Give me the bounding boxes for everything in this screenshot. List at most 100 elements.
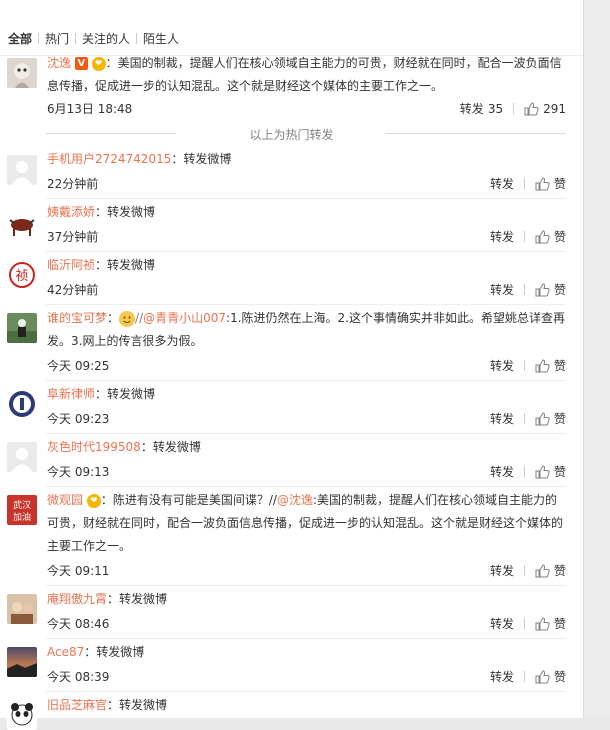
repost-button[interactable]: 转发 <box>490 562 514 579</box>
like-button[interactable]: 赞 <box>535 615 566 632</box>
timestamp[interactable]: 37分钟前 <box>47 228 98 245</box>
repost-text: ：转发微博 <box>107 592 168 606</box>
repost-button[interactable]: 转发 <box>490 668 514 685</box>
like-label: 赞 <box>553 230 566 244</box>
avatar[interactable] <box>7 208 37 238</box>
like-button[interactable]: 赞 <box>535 357 566 374</box>
verified-icon: V <box>74 57 88 70</box>
tab-following[interactable]: 关注的人 <box>76 30 136 47</box>
timestamp[interactable]: 42分钟前 <box>47 281 98 298</box>
avatar[interactable] <box>7 442 37 472</box>
repost-button[interactable]: 转发 <box>490 410 514 427</box>
member-icon: ❤ <box>86 493 101 508</box>
thumb-up-icon <box>535 229 550 243</box>
repost-content: 谁的宝可梦：//@青青小山007:1.陈进仍然在上海。2.这个事情确实并非如此。… <box>47 310 565 348</box>
repost-content: 姨戴添娇：转发微博 <box>47 201 567 224</box>
action-separator <box>523 413 525 424</box>
user-name[interactable]: 沈逸 <box>47 56 71 70</box>
timestamp[interactable]: 今天 08:39 <box>47 668 109 685</box>
mention-link[interactable]: @沈逸 <box>277 493 313 507</box>
timestamp[interactable]: 今天 09:11 <box>47 562 109 579</box>
user-name[interactable]: 旧品芝麻官 <box>47 698 107 712</box>
like-button[interactable]: 赞 <box>535 463 566 480</box>
like-label: 赞 <box>553 412 566 426</box>
scrollbar-track[interactable] <box>583 0 610 718</box>
like-button[interactable]: 赞 <box>535 281 566 298</box>
row-actions: 转发 赞 <box>490 175 566 192</box>
action-separator <box>513 103 515 114</box>
avatar[interactable] <box>7 594 37 624</box>
avatar[interactable] <box>7 58 37 88</box>
repost-text: ：美国的制裁，提醒人们在核心领域自主能力的可贵，财经就在同时，配合一波负面信息传… <box>47 56 562 93</box>
repost-content: 灰色时代199508：转发微博 <box>47 436 567 459</box>
row-divider <box>46 433 566 434</box>
user-name[interactable]: 灰色时代199508 <box>47 440 141 454</box>
avatar[interactable] <box>7 647 37 677</box>
thumb-up-icon <box>535 282 550 296</box>
timestamp[interactable]: 今天 09:23 <box>47 410 109 427</box>
like-button[interactable]: 赞 <box>535 410 566 427</box>
tab-strangers[interactable]: 陌生人 <box>137 30 185 47</box>
tab-all[interactable]: 全部 <box>0 30 38 47</box>
repost-button[interactable]: 转发 <box>490 281 514 298</box>
timestamp[interactable]: 6月13日 18:48 <box>47 100 132 117</box>
repost-text-prefix: ：陈进有没有可能是美国间谍？// <box>100 493 277 507</box>
like-label: 赞 <box>553 283 566 297</box>
repost-button[interactable]: 转发 35 <box>460 100 503 117</box>
row-actions: 转发 赞 <box>490 357 566 374</box>
row-actions: 转发 35 291 <box>460 100 566 117</box>
like-button[interactable]: 赞 <box>535 668 566 685</box>
like-button[interactable]: 291 <box>524 102 566 116</box>
thumb-up-icon <box>535 563 550 577</box>
repost-content: Ace87：转发微博 <box>47 641 567 664</box>
repost-count: 35 <box>487 101 504 116</box>
like-label: 赞 <box>553 465 566 479</box>
repost-content: 手机用户2724742015：转发微博 <box>47 148 567 171</box>
like-button[interactable]: 赞 <box>535 228 566 245</box>
avatar[interactable]: 武汉 加油 <box>7 495 37 525</box>
like-button[interactable]: 赞 <box>535 562 566 579</box>
row-actions: 转发 赞 <box>490 463 566 480</box>
user-name[interactable]: 谁的宝可梦 <box>47 311 107 325</box>
user-name[interactable]: 庵翔傲九霄 <box>47 592 107 606</box>
tab-hot[interactable]: 热门 <box>39 30 75 47</box>
timestamp[interactable]: 今天 08:46 <box>47 615 109 632</box>
row-actions: 转发 赞 <box>490 281 566 298</box>
mention-link[interactable]: @青青小山007 <box>143 311 226 325</box>
row-actions: 转发 赞 <box>490 668 566 685</box>
repost-content: 庵翔傲九霄：转发微博 <box>47 588 567 611</box>
repost-button[interactable]: 转发 <box>490 357 514 374</box>
repost-content: 微观园 ❤ ：陈进有没有可能是美国间谍？//@沈逸:美国的制裁，提醒人们在核心领域… <box>47 489 567 558</box>
avatar[interactable]: 祯 <box>7 260 37 290</box>
row-divider <box>46 585 566 586</box>
repost-text: ：转发微博 <box>171 152 232 166</box>
row-actions: 转发 赞 <box>490 562 566 579</box>
user-name[interactable]: 微观园 <box>47 493 83 507</box>
timestamp[interactable]: 22分钟前 <box>47 175 98 192</box>
action-separator <box>523 618 525 629</box>
avatar[interactable] <box>7 389 37 419</box>
like-label: 赞 <box>553 359 566 373</box>
user-name[interactable]: 手机用户2724742015 <box>47 152 171 166</box>
user-name[interactable]: 临沂阿祯 <box>47 258 95 272</box>
like-button[interactable]: 赞 <box>535 175 566 192</box>
thumb-up-icon <box>535 176 550 190</box>
avatar[interactable] <box>7 155 37 185</box>
user-name[interactable]: Ace87 <box>47 645 84 659</box>
repost-button[interactable]: 转发 <box>490 175 514 192</box>
svg-text:祯: 祯 <box>15 269 28 284</box>
repost-button[interactable]: 转发 <box>490 615 514 632</box>
like-label: 赞 <box>553 670 566 684</box>
like-count: 291 <box>543 101 566 116</box>
repost-text: ：转发微博 <box>84 645 145 659</box>
repost-button[interactable]: 转发 <box>490 463 514 480</box>
repost-content: 阜新律师：转发微博 <box>47 383 567 406</box>
avatar[interactable] <box>7 313 37 343</box>
repost-button[interactable]: 转发 <box>490 228 514 245</box>
avatar[interactable] <box>7 700 37 730</box>
user-name[interactable]: 姨戴添娇 <box>47 205 95 219</box>
timestamp[interactable]: 今天 09:13 <box>47 463 109 480</box>
repost-content: 旧品芝麻官：转发微博 <box>47 694 567 717</box>
timestamp[interactable]: 今天 09:25 <box>47 357 109 374</box>
user-name[interactable]: 阜新律师 <box>47 387 95 401</box>
